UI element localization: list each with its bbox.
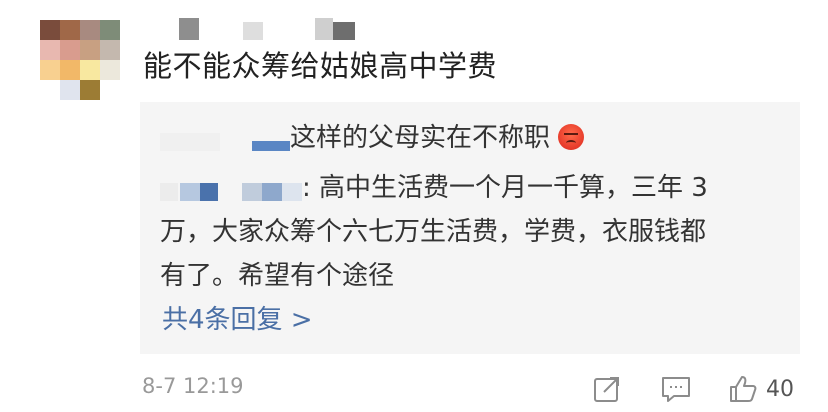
reply-text-line: 有了。希望有个途径 bbox=[160, 261, 395, 291]
angry-face-emoji-icon bbox=[558, 123, 585, 150]
comment-item: 能不能众筹给姑娘高中学费 这样的父母实在不称职 : 高中生活费一个月一千算，三年… bbox=[0, 0, 828, 412]
avatar[interactable] bbox=[40, 20, 120, 100]
more-replies-link[interactable]: 共4条回复 > bbox=[162, 300, 313, 340]
thumbs-up-icon bbox=[730, 376, 757, 402]
reply-text: : 高中生活费一个月一千算，三年 3 bbox=[302, 173, 708, 203]
comment-button[interactable] bbox=[660, 372, 692, 406]
comment-icon bbox=[662, 377, 690, 402]
reply-item[interactable]: 这样的父母实在不称职 bbox=[160, 116, 780, 160]
like-count: 40 bbox=[766, 376, 794, 402]
like-button[interactable]: 40 bbox=[728, 372, 794, 406]
share-button[interactable] bbox=[592, 372, 622, 406]
comment-text: 能不能众筹给姑娘高中学费 bbox=[143, 49, 498, 83]
reply-text: 这样的父母实在不称职 bbox=[290, 123, 551, 153]
reply-text-line: 万，大家众筹个六七万生活费，学费，衣服钱都 bbox=[160, 217, 707, 247]
comment-footer: 8-7 12:19 40 bbox=[142, 372, 802, 406]
reply-item[interactable]: : 高中生活费一个月一千算，三年 3 bbox=[160, 166, 708, 210]
username-redacted[interactable] bbox=[165, 18, 355, 40]
replies-panel[interactable]: 这样的父母实在不称职 : 高中生活费一个月一千算，三年 3 万，大家众筹个六七万… bbox=[140, 102, 800, 354]
reply-text-continued: 万，大家众筹个六七万生活费，学费，衣服钱都 有了。希望有个途径 bbox=[160, 210, 780, 298]
timestamp: 8-7 12:19 bbox=[142, 374, 244, 398]
reply-author-redacted[interactable] bbox=[160, 127, 290, 151]
share-icon bbox=[594, 377, 619, 402]
reply-author-redacted[interactable] bbox=[160, 177, 302, 201]
